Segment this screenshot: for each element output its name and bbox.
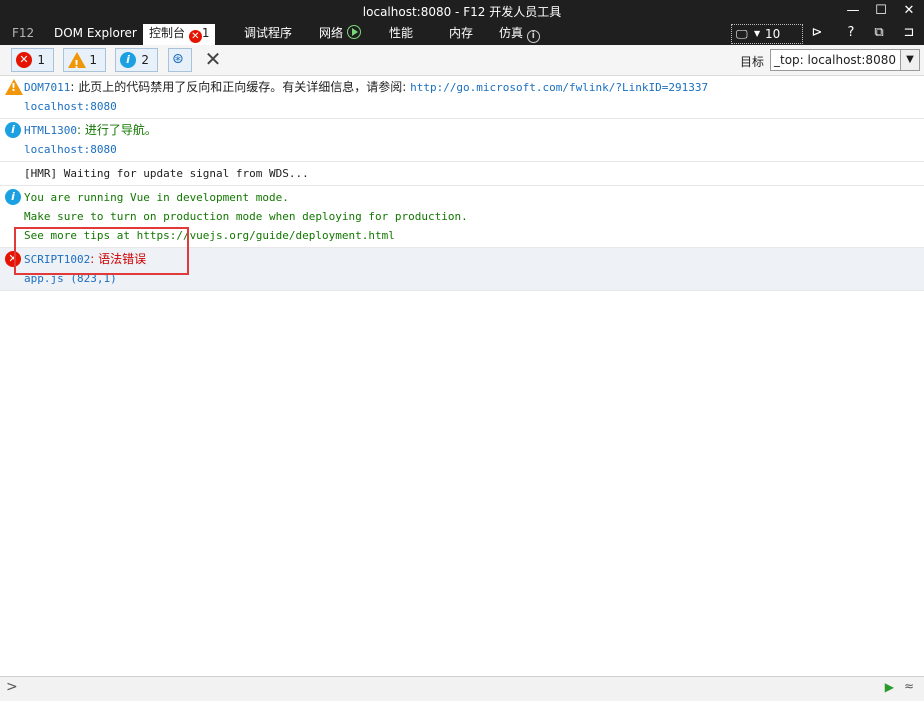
tab-performance[interactable]: 性能 bbox=[389, 24, 413, 45]
window-title: localhost:8080 - F12 开发人员工具 bbox=[362, 5, 562, 19]
messages-filter-button[interactable]: i 2 bbox=[115, 48, 158, 72]
tab-dom-explorer[interactable]: DOM Explorer bbox=[54, 24, 137, 45]
messages-count: 2 bbox=[141, 53, 149, 67]
console-message-log[interactable]: [HMR] Waiting for update signal from WDS… bbox=[0, 162, 924, 186]
help-icon[interactable]: ? bbox=[842, 24, 860, 42]
close-button[interactable]: ✕ bbox=[894, 0, 924, 21]
undock-icon[interactable]: ⧉ bbox=[870, 24, 888, 42]
error-icon: ✕ bbox=[16, 52, 32, 68]
tab-debugger[interactable]: 调试程序 bbox=[244, 24, 292, 45]
tab-console-label: 控制台 bbox=[149, 26, 186, 40]
run-button[interactable]: ▶ bbox=[885, 680, 894, 694]
message-text: : 此页上的代码禁用了反向和正向缓存。有关详细信息，请参阅: bbox=[70, 80, 411, 94]
tab-bar: F12 DOM Explorer 控制台 ✕ 1 调试程序 网络 性能 内存 仿真… bbox=[0, 21, 924, 45]
message-source[interactable]: localhost:8080 bbox=[24, 140, 924, 159]
message-line: You are running Vue in development mode. bbox=[24, 191, 289, 204]
document-mode-selector[interactable]: 🖵 ▼ 10 bbox=[731, 24, 803, 44]
warning-icon bbox=[5, 79, 23, 95]
expand-input-button[interactable]: ≈ bbox=[904, 679, 914, 693]
info-icon: i bbox=[120, 52, 136, 68]
message-source[interactable]: localhost:8080 bbox=[24, 97, 924, 116]
warnings-count: 1 bbox=[89, 53, 97, 67]
warnings-filter-button[interactable]: 1 bbox=[63, 48, 106, 76]
console-toolbar: ✕ 1 1 i 2 ⊛ ✕ 目标 _top: localhost:8080 ▼ bbox=[0, 45, 924, 76]
message-line: Make sure to turn on production mode whe… bbox=[24, 210, 468, 223]
tab-f12[interactable]: F12 bbox=[12, 24, 34, 45]
tab-console[interactable]: 控制台 ✕ 1 bbox=[143, 24, 216, 45]
message-code: DOM7011 bbox=[24, 81, 71, 94]
clear-on-navigate-icon: ⊛ bbox=[172, 51, 184, 67]
info-icon: i bbox=[5, 189, 21, 205]
tab-memory[interactable]: 内存 bbox=[449, 24, 473, 45]
maximize-button[interactable]: ☐ bbox=[866, 0, 896, 21]
tab-emulation-label: 仿真 bbox=[499, 26, 524, 40]
tab-console-error-count: 1 bbox=[201, 26, 210, 40]
warning-icon bbox=[68, 52, 86, 76]
clear-console-button[interactable]: ✕ bbox=[203, 49, 223, 69]
play-icon bbox=[346, 25, 361, 39]
document-mode-value: 10 bbox=[765, 27, 781, 41]
tab-emulation[interactable]: 仿真 i bbox=[499, 24, 540, 45]
console-message-info[interactable]: i HTML1300: 进行了导航。 localhost:8080 bbox=[0, 119, 924, 162]
console-panel-icon[interactable]: ⊳ bbox=[808, 24, 826, 42]
errors-filter-button[interactable]: ✕ 1 bbox=[11, 48, 54, 72]
error-highlight-box bbox=[14, 227, 189, 275]
target-label: 目标 bbox=[740, 55, 765, 69]
message-text: [HMR] Waiting for update signal from WDS… bbox=[24, 167, 309, 180]
info-icon: i bbox=[5, 122, 21, 138]
pin-icon[interactable]: ⊐ bbox=[900, 24, 918, 42]
monitor-icon: 🖵 bbox=[736, 27, 748, 41]
dropdown-arrow-icon: ▼ bbox=[900, 50, 919, 70]
info-icon: i bbox=[526, 30, 540, 43]
console-input-bar[interactable]: > ▶ ≈ bbox=[0, 676, 924, 701]
console-message-warning[interactable]: DOM7011: 此页上的代码禁用了反向和正向缓存。有关详细信息，请参阅: ht… bbox=[0, 76, 924, 119]
minimize-button[interactable]: — bbox=[838, 0, 868, 21]
message-code: HTML1300 bbox=[24, 124, 77, 137]
target-select[interactable]: _top: localhost:8080 ▼ bbox=[770, 49, 920, 71]
target-value: _top: localhost:8080 bbox=[774, 53, 896, 67]
errors-count: 1 bbox=[37, 53, 45, 67]
chevron-down-icon: ▼ bbox=[754, 29, 761, 38]
prompt-chevron: > bbox=[6, 679, 18, 695]
clear-on-navigate-button[interactable]: ⊛ bbox=[168, 48, 192, 72]
tab-network[interactable]: 网络 bbox=[319, 24, 361, 45]
error-icon: ✕ bbox=[188, 30, 202, 43]
tab-network-label: 网络 bbox=[319, 26, 344, 40]
title-bar: localhost:8080 - F12 开发人员工具 — ☐ ✕ bbox=[0, 0, 924, 21]
message-text: : 进行了导航。 bbox=[76, 123, 157, 137]
message-link[interactable]: http://go.microsoft.com/fwlink/?LinkID=2… bbox=[410, 81, 708, 94]
